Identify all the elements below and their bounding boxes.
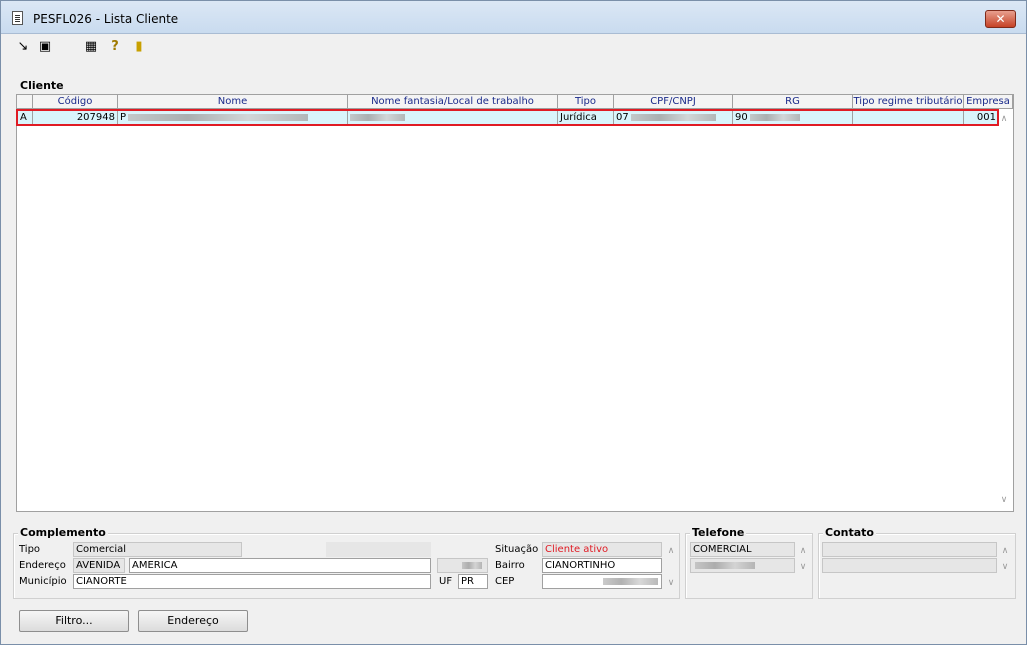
row-regime: [853, 110, 964, 126]
scroll-down-icon[interactable]: ∨: [997, 494, 1011, 506]
row-rg: 90: [733, 110, 853, 126]
cep-field[interactable]: [542, 574, 662, 589]
endereco-tipo-field[interactable]: AVENIDA: [73, 558, 125, 573]
row-cpf-cnpj: 07: [614, 110, 733, 126]
grid-header-empresa[interactable]: Empresa: [964, 95, 1013, 109]
blank-readonly-field: [326, 542, 431, 557]
windows-icon[interactable]: ▣: [37, 39, 53, 55]
grid-table-icon[interactable]: ▦: [83, 39, 99, 55]
complemento-scroll-up-icon[interactable]: ∧: [664, 545, 678, 557]
telefone-tipo-field[interactable]: COMERCIAL: [690, 542, 795, 557]
redacted-mark: [603, 577, 658, 585]
endereco-field[interactable]: AMERICA: [129, 558, 431, 573]
grid-header-codigo[interactable]: Código: [33, 95, 118, 109]
municipio-label: Município: [19, 576, 67, 587]
situacao-label: Situação: [495, 544, 539, 555]
row-nome: P: [118, 110, 348, 126]
row-status: A: [18, 110, 33, 126]
grid-scrollbar[interactable]: ∧ ∨: [997, 110, 1011, 509]
endereco-button[interactable]: Endereço: [138, 610, 248, 632]
situacao-field[interactable]: Cliente ativo: [542, 542, 662, 557]
contato-scroll-up-icon[interactable]: ∧: [998, 545, 1012, 557]
help-icon[interactable]: ?: [107, 39, 123, 55]
contato-scroll-down-icon[interactable]: ∨: [998, 561, 1012, 573]
tipo-label: Tipo: [19, 544, 41, 555]
exit-door-icon[interactable]: ▮: [131, 39, 147, 55]
title-bar: PESFL026 - Lista Cliente ✕: [1, 1, 1026, 34]
row-codigo: 207948: [33, 110, 118, 126]
telefone-scroll-up-icon[interactable]: ∧: [796, 545, 810, 557]
redacted-mark: [630, 113, 716, 121]
grid-header-nome[interactable]: Nome: [118, 95, 348, 109]
complemento-scroll-down-icon[interactable]: ∨: [664, 577, 678, 589]
redacted-mark: [695, 561, 755, 569]
close-button[interactable]: ✕: [985, 10, 1016, 28]
telefone-numero-field[interactable]: [690, 558, 795, 573]
filtro-button[interactable]: Filtro...: [19, 610, 129, 632]
redacted-mark: [462, 561, 482, 569]
grid-header-regime[interactable]: Tipo regime tributário: [853, 95, 964, 109]
grid-header-tipo[interactable]: Tipo: [558, 95, 614, 109]
row-nome-text: P: [120, 112, 127, 123]
endereco-label: Endereço: [19, 560, 66, 571]
uf-field[interactable]: PR: [458, 574, 488, 589]
scroll-up-icon[interactable]: ∧: [997, 113, 1011, 125]
row-cpf-text: 07: [616, 112, 629, 123]
arrow-select-icon[interactable]: ↘: [15, 39, 31, 55]
telefone-scroll-down-icon[interactable]: ∨: [796, 561, 810, 573]
grid-header-fantasia[interactable]: Nome fantasia/Local de trabalho: [348, 95, 558, 109]
tipo-field[interactable]: Comercial: [73, 542, 242, 557]
complemento-group-label: Complemento: [18, 526, 108, 539]
document-icon: [12, 11, 23, 25]
row-tipo: Jurídica: [558, 110, 614, 126]
contato-group-label: Contato: [823, 526, 876, 539]
cliente-group-label: Cliente: [18, 79, 66, 92]
numero-field[interactable]: [437, 558, 488, 573]
cep-label: CEP: [495, 576, 515, 587]
grid-header-rg[interactable]: RG: [733, 95, 853, 109]
grid-header-status: [17, 95, 33, 109]
window-title: PESFL026 - Lista Cliente: [33, 12, 179, 26]
uf-label: UF: [439, 576, 453, 587]
row-fantasia: [348, 110, 558, 126]
contato-field-2[interactable]: [822, 558, 997, 573]
row-rg-text: 90: [735, 112, 748, 123]
row-empresa: 001: [976, 112, 996, 123]
redacted-mark: [350, 113, 405, 121]
table-row[interactable]: A 207948 P Jurídica 07 90 001: [18, 110, 998, 126]
bairro-label: Bairro: [495, 560, 525, 571]
bairro-field[interactable]: CIANORTINHO: [542, 558, 662, 573]
municipio-field[interactable]: CIANORTE: [73, 574, 431, 589]
main-window: PESFL026 - Lista Cliente ✕ ↘ ▣ ▦ ? ▮ Cli…: [0, 0, 1027, 645]
cliente-grid[interactable]: Código Nome Nome fantasia/Local de traba…: [16, 94, 1014, 512]
contato-field-1[interactable]: [822, 542, 997, 557]
telefone-group-label: Telefone: [690, 526, 747, 539]
redacted-mark: [128, 113, 309, 121]
grid-header-cpf-cnpj[interactable]: CPF/CNPJ: [614, 95, 733, 109]
redacted-mark: [749, 113, 800, 121]
